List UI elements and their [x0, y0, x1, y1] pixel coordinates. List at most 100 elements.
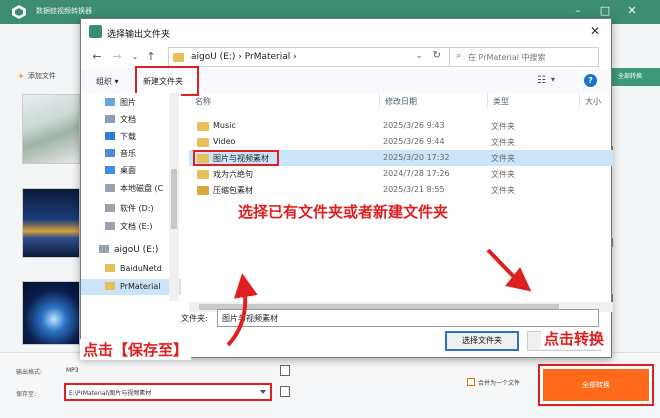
chevron-down-icon[interactable]: ▾	[551, 75, 555, 84]
column-divider[interactable]	[379, 93, 380, 109]
file-row[interactable]: 压缩包素材 2025/3/21 8:55 文件夹	[189, 182, 613, 198]
column-size[interactable]: 大小	[585, 96, 601, 107]
file-name: Video	[213, 137, 236, 146]
nav-item-downloads[interactable]: 下载	[105, 131, 136, 145]
file-row[interactable]: Music 2025/3/26 9:43 文件夹	[189, 118, 613, 134]
dialog-titlebar: 选择输出文件夹 ✕	[81, 19, 611, 45]
folder-icon	[105, 282, 115, 290]
nav-item-drive-d[interactable]: 软件 (D:)	[105, 203, 154, 217]
plus-icon: +	[18, 72, 24, 80]
nav-item-aigou[interactable]: aigoU (E:)	[99, 245, 158, 259]
file-name: 图片与视频素材	[213, 154, 269, 163]
merge-checkbox[interactable]	[467, 378, 475, 386]
nav-item-music[interactable]: 音乐	[105, 148, 136, 162]
nav-item-label: 桌面	[120, 166, 136, 175]
file-modified: 2025/3/26 9:43	[383, 121, 445, 130]
app-logo-icon	[12, 5, 26, 19]
pictures-icon	[105, 98, 115, 106]
convert-all-button[interactable]: 全部转换	[543, 369, 649, 401]
file-row[interactable]: Video 2025/3/26 9:44 文件夹	[189, 134, 613, 150]
usb-drive-icon	[99, 245, 109, 253]
up-arrow-icon[interactable]: ↑	[145, 50, 157, 64]
folder-label: 文件夹:	[181, 314, 208, 323]
downloads-icon	[105, 132, 115, 140]
nav-item-pictures[interactable]: 图片	[105, 97, 136, 111]
file-modified: 2024/7/28 17:26	[383, 169, 450, 178]
add-file-button[interactable]: + 添加文件	[18, 71, 56, 81]
save-to-label: 保存至:	[16, 391, 37, 398]
column-modified[interactable]: 修改日期	[385, 96, 417, 107]
organize-menu[interactable]: 组织 ▾	[96, 76, 119, 87]
annotation-choose-folder: 选择已有文件夹或者新建文件夹	[238, 203, 449, 221]
close-app-button[interactable]: ✕	[624, 3, 640, 19]
nav-item-label: BaiduNetd	[120, 264, 162, 273]
nav-scroll-thumb[interactable]	[171, 169, 177, 229]
recent-chevron-icon[interactable]: ⌄	[129, 50, 141, 64]
annotation-convert: 点击转换	[541, 328, 608, 349]
file-row[interactable]: 戏为六绝句 2024/7/28 17:26 文件夹	[189, 166, 613, 182]
output-format-select[interactable]: MP3	[66, 367, 79, 374]
video-thumbnail[interactable]	[22, 188, 80, 258]
close-icon[interactable]: ✕	[587, 23, 603, 39]
forward-arrow-icon[interactable]: →	[111, 50, 123, 64]
navigation-pane: 图片 文档 下载 音乐 桌面 本地磁盘 (C 软件 (D:) 文档 (E:) a…	[81, 93, 181, 301]
nav-item-desktop[interactable]: 桌面	[105, 165, 136, 179]
view-options-icon[interactable]: ☷	[537, 75, 546, 86]
help-icon[interactable]: ?	[584, 74, 597, 87]
dialog-title: 选择输出文件夹	[107, 30, 171, 40]
nav-item-drive-e[interactable]: 文档 (E:)	[105, 221, 153, 235]
maximize-button[interactable]: □	[597, 3, 613, 19]
desktop-icon	[105, 166, 115, 174]
file-type: 文件夹	[491, 170, 515, 179]
file-row-selected[interactable]: 图片与视频素材 2025/3/20 17:32 文件夹	[189, 150, 613, 166]
format-settings-icon[interactable]	[280, 365, 290, 376]
nav-item-prmaterial[interactable]: PrMaterial	[105, 282, 160, 296]
folder-icon	[105, 264, 115, 272]
music-icon	[105, 149, 115, 157]
refresh-icon[interactable]: ↻	[433, 50, 441, 61]
dialog-app-icon	[89, 25, 102, 38]
nav-item-baidunetdisk[interactable]: BaiduNetd	[105, 264, 162, 278]
nav-item-label: 文档	[120, 115, 136, 124]
file-name: 戏为六绝句	[213, 170, 253, 179]
drive-icon	[105, 204, 115, 212]
nav-item-label: 下载	[120, 132, 136, 141]
column-divider[interactable]	[487, 93, 488, 109]
file-name: 压缩包素材	[213, 186, 253, 195]
folder-name-value: 图片与视频素材	[222, 314, 278, 323]
command-bar: 组织 ▾ 新建文件夹 ☷ ▾ ?	[81, 66, 611, 96]
column-type[interactable]: 类型	[493, 96, 509, 107]
select-folder-dialog: 选择输出文件夹 ✕ ← → ⌄ ↑ aigoU (E:) › PrMateria…	[80, 18, 613, 358]
video-thumbnail[interactable]	[22, 94, 80, 164]
column-divider[interactable]	[579, 93, 580, 109]
folder-name-field[interactable]: 图片与视频素材	[217, 309, 599, 327]
file-list: 名称 修改日期 类型 大小 Music 2025/3/26 9:43 文件夹 V…	[189, 93, 613, 301]
search-icon: ⌕	[456, 51, 462, 61]
search-input[interactable]: ⌕ 在 PrMaterial 中搜索	[449, 47, 599, 67]
drive-icon	[105, 184, 115, 192]
app-title: 数据蛙视频转换器	[36, 7, 92, 15]
nav-item-label: PrMaterial	[120, 282, 161, 291]
video-thumbnail[interactable]	[22, 281, 80, 345]
column-name[interactable]: 名称	[195, 96, 211, 107]
folder-icon	[197, 122, 209, 131]
nav-item-label: 音乐	[120, 149, 136, 158]
save-to-dropdown[interactable]: E:\PrMaterial\图片与视频素材	[64, 383, 272, 401]
add-file-label: 添加文件	[27, 72, 56, 80]
chevron-down-icon[interactable]: ⌄	[415, 51, 423, 61]
minimize-button[interactable]: –	[570, 3, 586, 19]
nav-item-label: 图片	[120, 98, 136, 107]
nav-item-drive-c[interactable]: 本地磁盘 (C	[105, 183, 163, 197]
open-folder-icon[interactable]	[280, 386, 290, 397]
new-folder-button[interactable]: 新建文件夹	[135, 66, 199, 96]
search-placeholder: 在 PrMaterial 中搜索	[468, 53, 546, 62]
back-arrow-icon[interactable]: ←	[91, 50, 103, 64]
folder-icon	[173, 53, 184, 62]
address-bar[interactable]: aigoU (E:) › PrMaterial › ⌄ ↻	[168, 47, 450, 67]
folder-icon	[197, 138, 209, 147]
select-folder-button[interactable]: 选择文件夹	[445, 331, 519, 351]
file-type: 文件夹	[491, 186, 515, 195]
file-type: 文件夹	[491, 122, 515, 131]
folder-icon	[197, 186, 209, 195]
nav-item-documents[interactable]: 文档	[105, 114, 136, 128]
